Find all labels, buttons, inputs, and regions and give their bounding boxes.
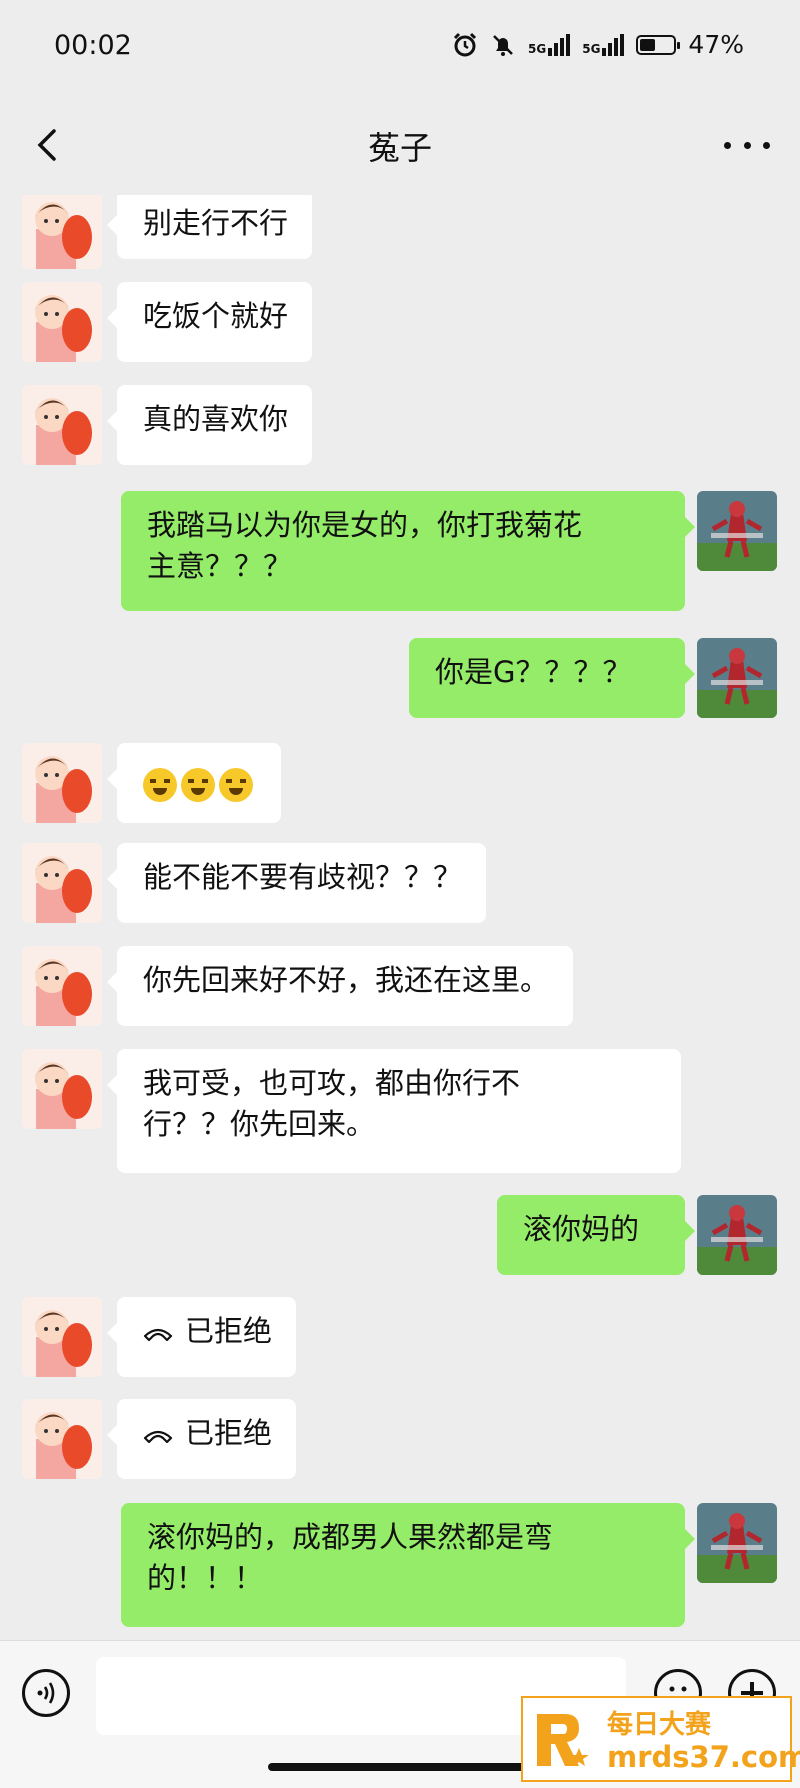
contact-avatar[interactable] [22, 282, 102, 362]
message-text: 别走行不行 [143, 206, 289, 240]
message-text: 真的喜欢你 [143, 402, 289, 436]
incoming-message-bubble[interactable]: 我可受，也可攻，都由你行不 行？？你先回来。 [107, 1049, 681, 1173]
incoming-message-bubble[interactable]: 别走行不行 [106, 195, 313, 259]
incoming-message-bubble[interactable]: 能不能不要有歧视？？？ [106, 843, 487, 923]
signal-5g-icon: 5G [528, 33, 571, 56]
contact-avatar[interactable] [22, 1399, 102, 1479]
call-status-text: 已拒绝 [185, 1314, 273, 1348]
user-avatar[interactable] [697, 1195, 777, 1275]
chat-header: 菟子 [0, 95, 800, 195]
user-avatar[interactable] [697, 638, 777, 718]
crying-face-emoji-icon [181, 768, 215, 802]
contact-avatar[interactable] [22, 385, 102, 465]
message-list[interactable]: 别走行不行 吃饭个就好 真的喜欢你 我踏马以为你是女的，你打我菊花 主意？？？ … [0, 195, 800, 1640]
user-avatar[interactable] [697, 491, 777, 571]
status-bar: 00:02 5G 5G 47% [0, 0, 800, 95]
message-text-line: 的！！！ [147, 1561, 264, 1595]
call-status-text: 已拒绝 [185, 1416, 273, 1450]
status-icons: 5G 5G 47% [452, 30, 744, 59]
incoming-message-bubble[interactable] [107, 743, 281, 823]
contact-avatar[interactable] [22, 743, 102, 823]
contact-avatar[interactable] [22, 1049, 102, 1129]
home-indicator[interactable] [268, 1763, 532, 1771]
battery-percent: 47% [688, 30, 744, 59]
contact-avatar[interactable] [22, 195, 102, 269]
message-text-line: 滚你妈的，成都男人果然都是弯 [147, 1520, 554, 1554]
user-avatar[interactable] [697, 1503, 777, 1583]
incoming-message-bubble[interactable]: 真的喜欢你 [106, 385, 313, 465]
call-record-bubble[interactable]: 已拒绝 [106, 1297, 297, 1377]
watermark-logo-icon [537, 1714, 589, 1766]
contact-avatar[interactable] [22, 1297, 102, 1377]
message-text-line: 主意？？？ [147, 549, 293, 583]
crying-face-emoji-icon [143, 768, 177, 802]
signal-5g-icon: 5G [582, 33, 625, 56]
incoming-message-bubble[interactable]: 你先回来好不好，我还在这里。 [106, 946, 574, 1026]
outgoing-message-bubble[interactable]: 你是G？？？？ [409, 638, 695, 718]
contact-avatar[interactable] [22, 946, 102, 1026]
network-label-2: 5G [582, 41, 601, 56]
voice-icon[interactable] [22, 1669, 70, 1717]
incoming-message-bubble[interactable]: 吃饭个就好 [106, 282, 313, 362]
message-text: 吃饭个就好 [143, 299, 289, 333]
message-text: 你是G？？？？ [435, 655, 632, 689]
outgoing-message-bubble[interactable]: 滚你妈的 [497, 1195, 695, 1275]
outgoing-message-bubble[interactable]: 滚你妈的，成都男人果然都是弯 的！！！ [121, 1503, 695, 1627]
status-time: 00:02 [54, 30, 132, 61]
battery-icon [636, 34, 681, 55]
watermark-url: mrds37.com [607, 1740, 800, 1774]
crying-face-emoji-icon [219, 768, 253, 802]
watermark-badge: 每日大赛 mrds37.com [521, 1696, 800, 1782]
chat-title: 菟子 [367, 129, 432, 167]
alarm-icon [453, 32, 477, 56]
message-text-line: 我踏马以为你是女的，你打我菊花 [147, 508, 583, 542]
more-dots-icon[interactable] [724, 131, 770, 159]
phone-hangup-icon [143, 1328, 173, 1342]
watermark-title: 每日大赛 [607, 1710, 712, 1740]
call-record-bubble[interactable]: 已拒绝 [106, 1399, 297, 1479]
network-label-1: 5G [528, 41, 547, 56]
mute-bell-icon [493, 34, 513, 56]
message-text-line: 我可受，也可攻，都由你行不 [143, 1066, 521, 1100]
message-text: 滚你妈的 [523, 1212, 640, 1246]
outgoing-message-bubble[interactable]: 我踏马以为你是女的，你打我菊花 主意？？？ [121, 491, 695, 611]
message-text-line: 行？？你先回来。 [143, 1107, 376, 1141]
message-text: 能不能不要有歧视？？？ [143, 860, 463, 894]
phone-hangup-icon [143, 1430, 173, 1444]
contact-avatar[interactable] [22, 843, 102, 923]
message-text: 你先回来好不好，我还在这里。 [143, 963, 550, 997]
